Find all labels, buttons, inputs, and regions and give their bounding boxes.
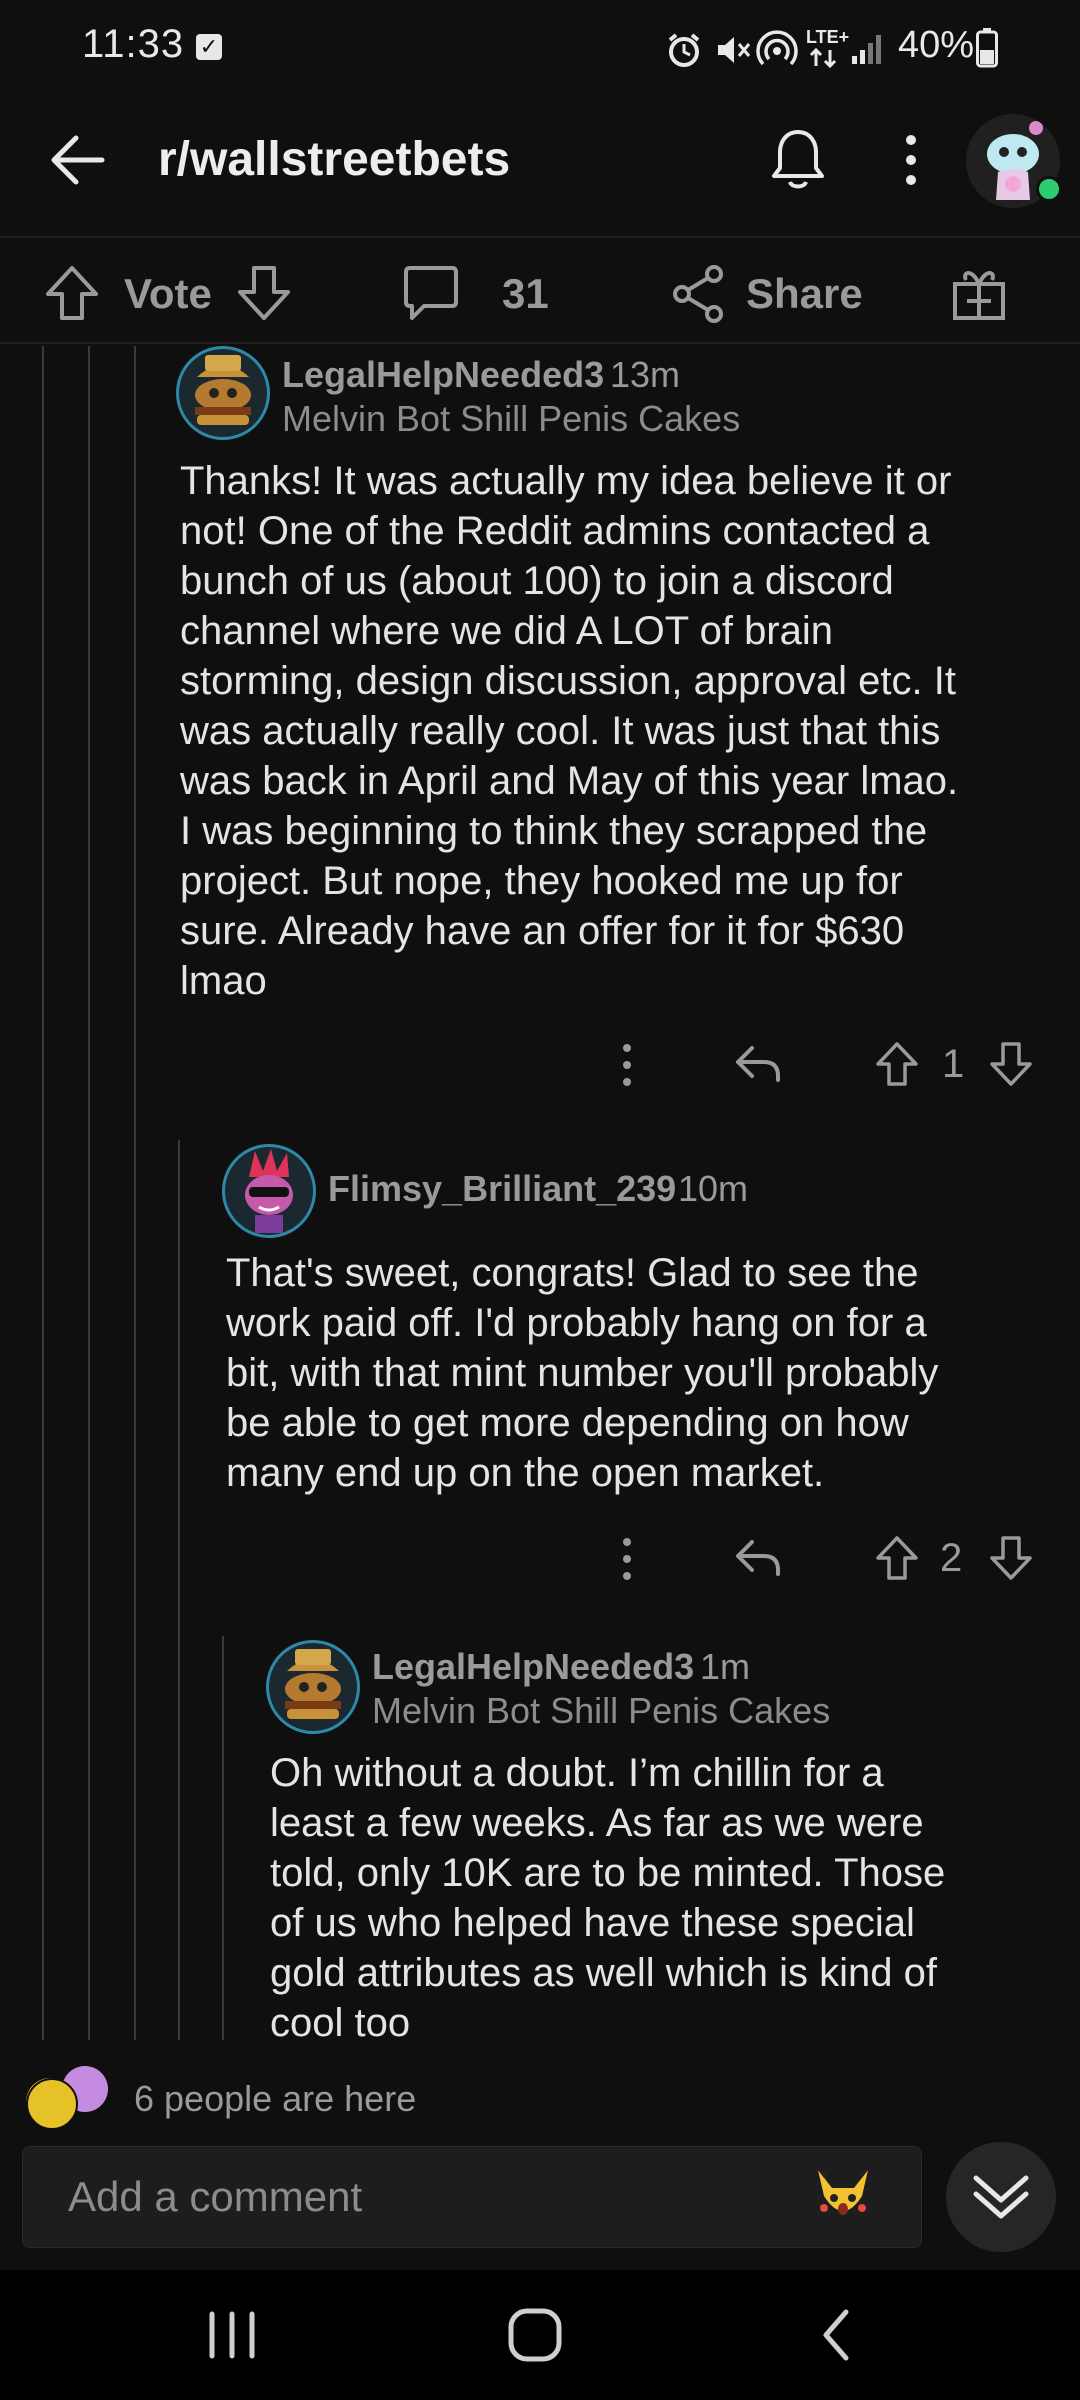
comment-more-icon[interactable]	[612, 1534, 642, 1584]
comment-username[interactable]: LegalHelpNeeded3	[282, 354, 604, 396]
home-icon[interactable]	[506, 2306, 564, 2364]
comment-line: channel where we did A LOT of brain	[180, 609, 834, 653]
comment-body: Oh without a doubt. I’m chillin for a le…	[270, 1748, 1060, 2048]
comment-line: storming, design discussion, approval et…	[180, 659, 956, 703]
downvote-icon[interactable]	[236, 264, 292, 322]
mute-icon	[718, 37, 751, 63]
signal-icon	[852, 35, 881, 64]
double-chevron-down-icon[interactable]	[970, 2166, 1032, 2228]
comment-line: of us who helped have these special	[270, 1901, 915, 1945]
reply-icon[interactable]	[734, 1042, 782, 1086]
thread-line[interactable]	[134, 346, 136, 2040]
punk-avatar-icon	[245, 1149, 293, 1233]
comment-downvote-icon[interactable]	[988, 1534, 1034, 1582]
user-flair: Melvin Bot Shill Penis Cakes	[372, 1690, 831, 1731]
network-type: LTE+	[806, 27, 850, 47]
upvote-icon[interactable]	[44, 264, 100, 322]
comment-line: least a few weeks. As far as we were	[270, 1801, 924, 1845]
comment-time: 13m	[610, 354, 681, 395]
hotspot-icon	[756, 30, 798, 66]
comment-line: gold attributes as well which is kind of	[270, 1951, 937, 1995]
comment-placeholder[interactable]: Add a comment	[68, 2173, 362, 2221]
online-status-dot	[1036, 176, 1062, 202]
comment-line: Thanks! It was actually my idea believe …	[180, 459, 952, 503]
comment-line: I was beginning to think they scrapped t…	[180, 809, 928, 853]
data-arrows-icon	[809, 48, 837, 68]
recent-apps-icon[interactable]	[204, 2310, 260, 2360]
comment-body: That's sweet, congrats! Glad to see the …	[226, 1248, 1056, 1498]
comment-upvote-icon[interactable]	[874, 1534, 920, 1582]
presence-count: 6 people are here	[134, 2078, 417, 2119]
thread-line[interactable]	[178, 1140, 180, 2040]
comment-icon[interactable]	[402, 264, 460, 324]
alarm-icon	[668, 33, 700, 67]
reply-icon[interactable]	[734, 1536, 782, 1580]
comment-line: project. But nope, they hooked me up for	[180, 859, 903, 903]
thread-line[interactable]	[42, 346, 44, 2040]
comment-vote-count: 2	[940, 1536, 963, 1580]
comment-username[interactable]: Flimsy_Brilliant_239	[328, 1168, 676, 1210]
comment-line: sure. Already have an offer for it for $…	[180, 909, 905, 953]
comment-upvote-icon[interactable]	[874, 1040, 920, 1088]
comment-line: told, only 10K are to be minted. Those	[270, 1851, 946, 1895]
comment-line: work paid off. I'd probably hang on for …	[226, 1301, 927, 1345]
comment-downvote-icon[interactable]	[988, 1040, 1034, 1088]
comment-line: many end up on the open market.	[226, 1451, 825, 1495]
burger-avatar-icon	[195, 355, 251, 425]
award-gift-icon[interactable]	[950, 264, 1008, 322]
share-icon[interactable]	[670, 264, 726, 324]
comment-time: 10m	[678, 1168, 749, 1209]
status-time: 11:33	[82, 22, 185, 66]
battery-icon	[976, 28, 998, 68]
thread-line[interactable]	[88, 346, 90, 2040]
comment-count[interactable]: 31	[502, 270, 549, 318]
comment-more-icon[interactable]	[612, 1040, 642, 1090]
comment-line: was actually really cool. It was just th…	[180, 709, 941, 753]
thread-line[interactable]	[222, 1636, 224, 2040]
notification-check-icon: ✓	[196, 34, 222, 60]
bell-icon[interactable]	[768, 126, 828, 192]
comment-line: lmao	[180, 959, 267, 1003]
comment-line: was back in April and May of this year l…	[180, 759, 959, 803]
comment-line: Oh without a doubt. I’m chillin for a	[270, 1751, 884, 1795]
comment-avatar[interactable]	[222, 1144, 316, 1238]
comment-line: bunch of us (about 100) to join a discor…	[180, 559, 894, 603]
comment-line: be able to get more depending on how	[226, 1401, 909, 1445]
status-bar: 11:33 ✓ LTE+ 40%	[0, 0, 1080, 100]
comment-line: bit, with that mint number you'll probab…	[226, 1351, 939, 1395]
back-nav-icon[interactable]	[816, 2306, 856, 2364]
comment-username[interactable]: LegalHelpNeeded3	[372, 1646, 694, 1688]
more-options-icon[interactable]	[894, 130, 928, 190]
subreddit-title[interactable]: r/wallstreetbets	[158, 132, 510, 187]
user-flair: Melvin Bot Shill Penis Cakes	[282, 398, 741, 439]
comment-line: not! One of the Reddit admins contacted …	[180, 509, 930, 553]
burger-avatar-icon	[285, 1649, 341, 1719]
comment-avatar[interactable]	[176, 346, 270, 440]
battery-percent: 40%	[898, 24, 975, 66]
comment-line: That's sweet, congrats! Glad to see the	[226, 1251, 919, 1295]
comment-time: 1m	[700, 1646, 751, 1687]
comment-body: Thanks! It was actually my idea believe …	[180, 456, 1060, 1006]
back-arrow-icon[interactable]	[46, 130, 110, 190]
comment-vote-count: 1	[942, 1042, 965, 1086]
surprised-pikachu-icon[interactable]	[812, 2166, 874, 2224]
comment-avatar[interactable]	[266, 1640, 360, 1734]
vote-label: Vote	[124, 270, 212, 317]
share-button[interactable]: Share	[746, 270, 863, 318]
presence-avatar	[26, 2078, 78, 2130]
